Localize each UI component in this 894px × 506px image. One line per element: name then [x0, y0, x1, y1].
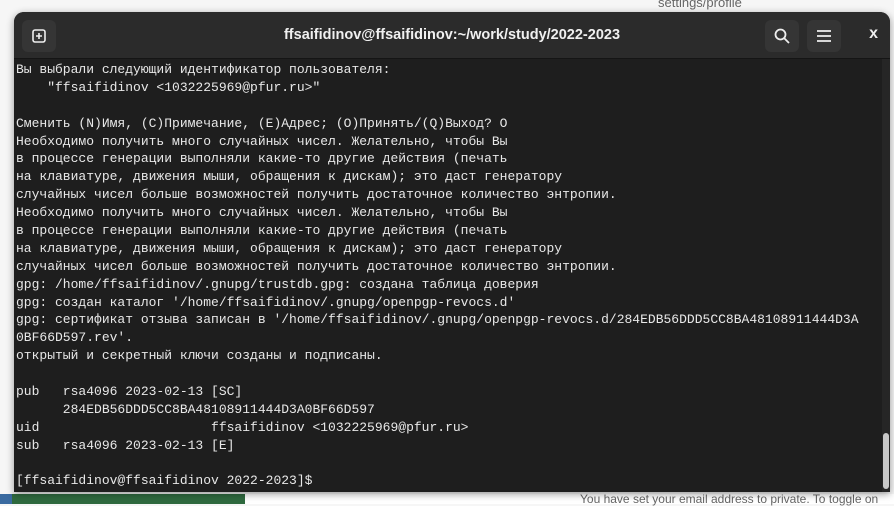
search-button[interactable] [765, 20, 799, 52]
terminal-line: открытый и секретный ключи созданы и под… [16, 348, 383, 364]
hamburger-menu-icon [817, 30, 831, 42]
search-icon [774, 28, 790, 44]
terminal-line: 0BF66D597.rev'. [16, 330, 134, 346]
header-bar: ffsaifidinov@ffsaifidinov:~/work/study/2… [14, 12, 890, 59]
terminal-line: 284EDB56DDD5CC8BA48108911444D3A0BF66D597 [16, 401, 375, 417]
scrollbar[interactable] [882, 59, 890, 492]
background-page-text: You have set your email address to priva… [580, 492, 879, 506]
terminal-line: на клавиатуре, движения мыши, обращения … [16, 169, 563, 185]
close-button[interactable]: x [869, 25, 878, 43]
terminal-line: gpg: /home/ffsaifidinov/.gnupg/trustdb.g… [16, 276, 539, 292]
scrollbar-thumb[interactable] [883, 433, 889, 489]
terminal-line: "ffsaifidinov <1032225969@pfur.ru>" [16, 79, 321, 95]
terminal-line: gpg: создан каталог '/home/ffsaifidinov/… [16, 294, 516, 310]
terminal-line: в процессе генерации выполняли какие-то … [16, 151, 508, 167]
terminal-line: случайных чисел больше возможностей полу… [16, 258, 617, 274]
background-image [0, 494, 245, 504]
terminal-line: pub rsa4096 2023-02-13 [SC] [16, 384, 243, 400]
terminal-line: Сменить (N)Имя, (C)Примечание, (E)Адрес;… [16, 115, 508, 131]
window-title: ffsaifidinov@ffsaifidinov:~/work/study/2… [283, 27, 621, 43]
terminal-line: Необходимо получить много случайных чисе… [16, 133, 508, 149]
terminal-line: Необходимо получить много случайных чисе… [16, 205, 508, 221]
terminal-line: на клавиатуре, движения мыши, обращения … [16, 240, 563, 256]
terminal-line: случайных чисел больше возможностей полу… [16, 187, 617, 203]
terminal-line: uid ffsaifidinov <1032225969@pfur.ru> [16, 419, 469, 435]
terminal-line: Вы выбрали следующий идентификатор польз… [16, 62, 391, 77]
terminal-output[interactable]: Вы выбрали следующий идентификатор польз… [16, 61, 882, 491]
terminal-line: gpg: сертификат отзыва записан в '/home/… [16, 312, 859, 328]
terminal-line: [ffsaifidinov@ffsaifidinov 2022-2023]$ [16, 473, 321, 489]
terminal-window: ffsaifidinov@ffsaifidinov:~/work/study/2… [14, 12, 890, 492]
background-window-text: settings/profile [658, 0, 742, 10]
terminal-line: в процессе генерации выполняли какие-то … [16, 223, 508, 239]
menu-button[interactable] [807, 20, 841, 52]
terminal-line: sub rsa4096 2023-02-13 [E] [16, 437, 235, 453]
